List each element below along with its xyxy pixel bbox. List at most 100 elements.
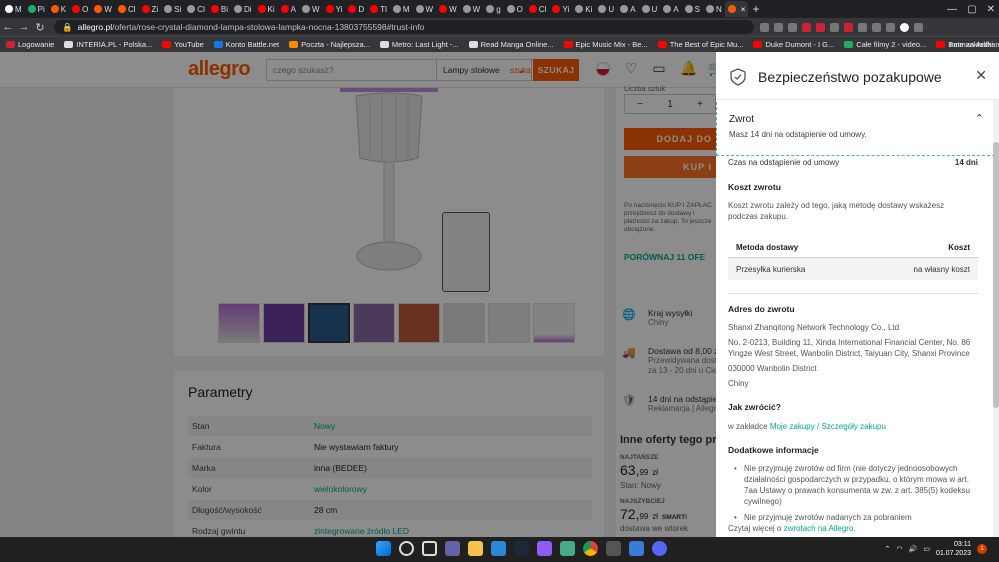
chrome-icon[interactable] bbox=[583, 541, 598, 556]
browser-tab[interactable]: A bbox=[617, 1, 638, 17]
browser-tab-active[interactable]: × bbox=[724, 1, 749, 17]
address-bar[interactable]: 🔒 allegro.pl /oferta/rose-crystal-diamon… bbox=[54, 20, 754, 34]
browser-tab[interactable]: A bbox=[278, 1, 299, 17]
browser-tab[interactable]: W bbox=[460, 1, 484, 17]
browser-tab[interactable]: Cl bbox=[526, 1, 550, 17]
browser-tab[interactable]: A bbox=[660, 1, 681, 17]
folder-icon[interactable] bbox=[468, 541, 483, 556]
app-icon[interactable] bbox=[537, 541, 552, 556]
reload-icon[interactable]: ↻ bbox=[32, 21, 48, 34]
browser-tab[interactable]: N bbox=[703, 1, 725, 17]
trust-info-panel: Bezpieczeństwo pozakupowe ✕ Zwrot Masz 1… bbox=[716, 52, 999, 537]
browser-tab[interactable]: Cl bbox=[115, 1, 139, 17]
sidebar-icon[interactable] bbox=[886, 22, 895, 32]
browser-tab[interactable]: U bbox=[595, 1, 617, 17]
browser-tab[interactable]: S bbox=[682, 1, 703, 17]
browser-tab[interactable]: W bbox=[299, 1, 323, 17]
app-icon[interactable] bbox=[560, 541, 575, 556]
puzzle-icon[interactable] bbox=[872, 22, 881, 32]
browser-tab[interactable]: Pi bbox=[25, 1, 48, 17]
bookmark-item[interactable]: Całe filmy 2 - video... bbox=[844, 40, 926, 49]
browser-tab[interactable]: W bbox=[413, 1, 437, 17]
browser-tab[interactable]: Yi bbox=[323, 1, 346, 17]
bookmark-item[interactable]: Epic Music Mix - Be... bbox=[563, 40, 648, 49]
steam-icon[interactable] bbox=[514, 541, 529, 556]
wifi-icon[interactable]: ◠ bbox=[897, 545, 903, 553]
close-tab-icon[interactable]: × bbox=[741, 5, 746, 14]
chevron-up-icon[interactable]: ⌃ bbox=[885, 545, 891, 553]
speaker-icon[interactable]: 🔊 bbox=[909, 545, 918, 553]
browser-tab[interactable]: W bbox=[436, 1, 460, 17]
my-purchases-link[interactable]: Moje zakupy bbox=[770, 422, 815, 431]
teams-icon[interactable] bbox=[445, 541, 460, 556]
maximize-icon[interactable]: ▢ bbox=[967, 4, 976, 15]
browser-tab[interactable]: g bbox=[483, 1, 503, 17]
bookmark-item[interactable]: Logowanie bbox=[6, 40, 54, 49]
bookmark-icon bbox=[563, 41, 573, 48]
profile-icon[interactable] bbox=[900, 22, 909, 32]
bookmark-label: Poczta - Najlepsza... bbox=[301, 40, 370, 49]
browser-tab[interactable]: U bbox=[639, 1, 661, 17]
browser-tab[interactable]: Di bbox=[231, 1, 255, 17]
browser-tab[interactable]: M bbox=[390, 1, 413, 17]
bookmark-item[interactable]: The Best of Epic Mu... bbox=[657, 40, 743, 49]
browser-tab[interactable]: D bbox=[345, 1, 367, 17]
extension-icon[interactable] bbox=[802, 22, 811, 32]
browser-tab[interactable]: Bi bbox=[208, 1, 231, 17]
other-bookmarks[interactable]: Inne zakładki bbox=[949, 40, 993, 49]
calculator-icon[interactable] bbox=[606, 541, 621, 556]
clock[interactable]: 03:11 01.07.2023 bbox=[936, 540, 971, 558]
browser-tab[interactable]: Ki bbox=[572, 1, 595, 17]
browser-tab[interactable]: Cl bbox=[184, 1, 208, 17]
battery-icon[interactable]: ▭ bbox=[923, 545, 930, 553]
close-window-icon[interactable]: ✕ bbox=[987, 4, 995, 15]
browser-tab[interactable]: K bbox=[48, 1, 69, 17]
divider bbox=[728, 293, 978, 294]
extension-icon[interactable] bbox=[844, 22, 853, 32]
browser-tab[interactable]: Zi bbox=[139, 1, 162, 17]
bookmark-item[interactable]: Poczta - Najlepsza... bbox=[289, 40, 370, 49]
close-icon[interactable]: ✕ bbox=[975, 67, 987, 84]
browser-tab[interactable]: Yi bbox=[549, 1, 572, 17]
scrollbar-thumb[interactable] bbox=[993, 142, 999, 408]
new-tab-icon[interactable]: + bbox=[752, 2, 759, 16]
extension-icon[interactable] bbox=[830, 22, 839, 32]
forward-icon[interactable]: → bbox=[16, 21, 32, 33]
extension-icon[interactable] bbox=[816, 22, 825, 32]
bookmark-item[interactable]: Read Manga Online... bbox=[468, 40, 554, 49]
search-icon[interactable] bbox=[399, 541, 414, 556]
browser-tab[interactable]: Si bbox=[161, 1, 184, 17]
browser-tab[interactable]: Tl bbox=[367, 1, 390, 17]
extension-icon[interactable] bbox=[760, 22, 769, 32]
browser-tab[interactable]: Ki bbox=[255, 1, 278, 17]
extension-icon[interactable] bbox=[858, 22, 867, 32]
store-icon[interactable] bbox=[491, 541, 506, 556]
bookmark-item[interactable]: Metro: Last Light -... bbox=[379, 40, 459, 49]
bookmark-item[interactable]: YouTube bbox=[162, 40, 204, 49]
return-accordion[interactable]: Zwrot Masz 14 dni na odstąpienie od umow… bbox=[716, 102, 995, 156]
bookmark-item[interactable]: Duke Dumont - I G... bbox=[753, 40, 834, 49]
star-icon[interactable] bbox=[788, 22, 797, 32]
browser-tab[interactable]: M bbox=[2, 1, 25, 17]
menu-icon[interactable] bbox=[914, 22, 923, 32]
bookmark-item[interactable]: Konto Battle.net bbox=[213, 40, 279, 49]
browser-tab[interactable]: O bbox=[504, 1, 526, 17]
app-icon[interactable] bbox=[629, 541, 644, 556]
share-icon[interactable] bbox=[774, 22, 783, 32]
chevron-up-icon[interactable]: ⌃ bbox=[975, 112, 984, 125]
purchase-details-link[interactable]: Szczegóły zakupu bbox=[821, 422, 885, 431]
modal-backdrop[interactable] bbox=[0, 52, 716, 537]
discord-icon[interactable] bbox=[652, 541, 667, 556]
returns-info-link[interactable]: zwrotach na Allegro. bbox=[784, 524, 856, 533]
notification-badge[interactable]: 1 bbox=[977, 544, 987, 554]
extensions-area bbox=[760, 22, 923, 32]
cost-value: na własny koszt bbox=[913, 264, 970, 274]
back-icon[interactable]: ← bbox=[0, 21, 16, 33]
minimize-icon[interactable]: — bbox=[947, 4, 957, 15]
task-view-icon[interactable] bbox=[422, 541, 437, 556]
bookmark-item[interactable]: INTERIA.PL - Polska... bbox=[64, 40, 152, 49]
start-icon[interactable] bbox=[376, 541, 391, 556]
browser-tab[interactable]: W bbox=[91, 1, 115, 17]
browser-tab[interactable]: O bbox=[69, 1, 91, 17]
bookmark-label: INTERIA.PL - Polska... bbox=[76, 40, 153, 49]
